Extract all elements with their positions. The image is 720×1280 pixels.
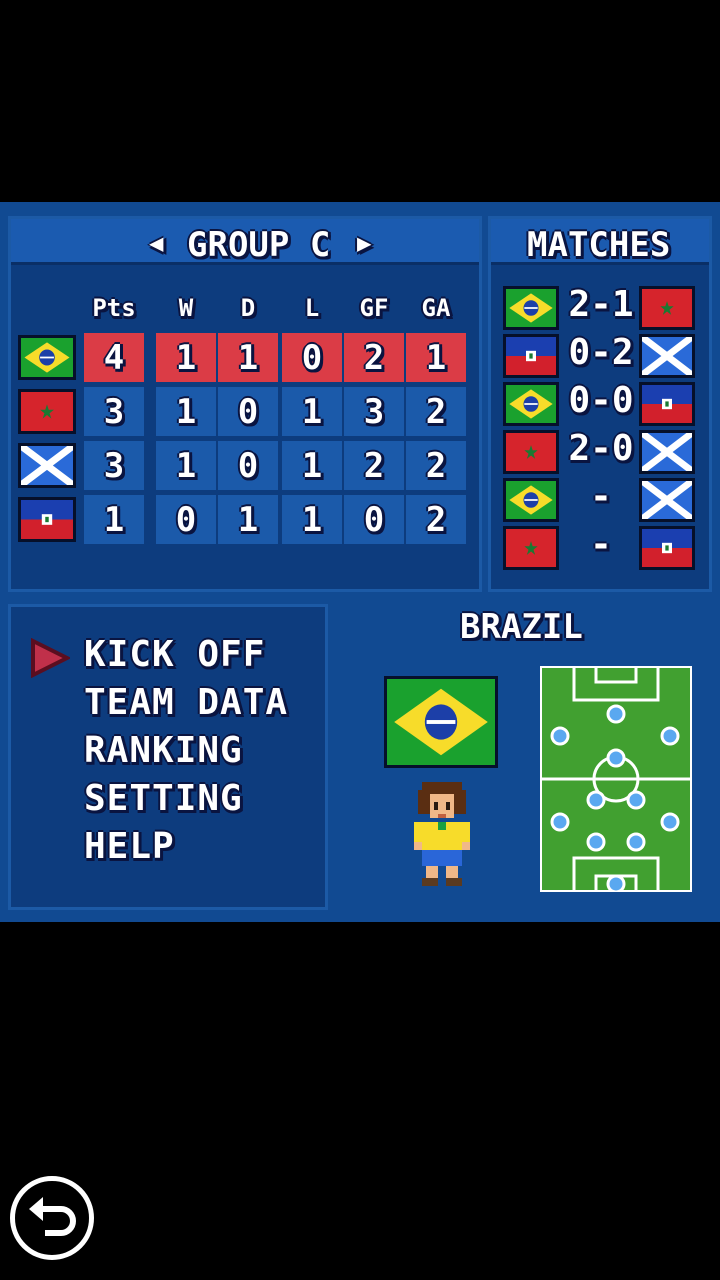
column-header: GF	[359, 294, 389, 322]
standings-header: ◀ GROUP C ▶	[11, 219, 479, 265]
player-marker	[606, 748, 626, 768]
match-score: 0-0	[568, 380, 634, 421]
menu-setting[interactable]: SETTING	[84, 778, 243, 819]
scotland-flag[interactable]	[18, 443, 76, 488]
standings-cell: 0	[218, 441, 278, 490]
standings-cell: 1	[218, 495, 278, 544]
player-marker	[550, 726, 570, 746]
group-prev-icon[interactable]: ◀	[149, 229, 163, 257]
column-header: W	[178, 294, 194, 322]
matches-header: MATCHES	[491, 219, 709, 265]
standings-cell: 2	[344, 333, 404, 382]
standings-cell: 3	[84, 441, 144, 490]
player-marker	[660, 726, 680, 746]
standings-cell: 3	[84, 387, 144, 436]
standings-cell: 0	[218, 387, 278, 436]
team-name: BRAZIL	[460, 607, 583, 647]
menu-ranking[interactable]: RANKING	[84, 730, 243, 771]
player-marker	[586, 790, 606, 810]
haiti-flag	[639, 526, 695, 570]
menu-kick-off[interactable]: KICK OFF	[84, 634, 265, 675]
standings-cell: 1	[406, 333, 466, 382]
haiti-flag	[639, 382, 695, 426]
player-marker	[550, 812, 570, 832]
standings-cell: 2	[406, 441, 466, 490]
standings-cell: 0	[344, 495, 404, 544]
standings-cell: 2	[406, 495, 466, 544]
game-screen: ◀ GROUP C ▶ Pts W D L GF GA 41102131013231012…	[0, 202, 720, 922]
morocco-flag	[639, 286, 695, 330]
standings-cell: 3	[344, 387, 404, 436]
group-next-icon[interactable]: ▶	[357, 229, 371, 257]
scotland-flag	[639, 334, 695, 378]
menu-team-data[interactable]: TEAM DATA	[84, 682, 288, 723]
haiti-flag	[503, 334, 559, 378]
standings-cell: 1	[282, 441, 342, 490]
match-score: 2-1	[568, 284, 634, 325]
scotland-flag	[639, 430, 695, 474]
group-title: GROUP C	[187, 225, 331, 265]
standings-cell: 1	[218, 333, 278, 382]
morocco-flag	[503, 430, 559, 474]
matches-title: MATCHES	[527, 225, 671, 265]
scotland-flag	[639, 478, 695, 522]
brazil-flag[interactable]	[18, 335, 76, 380]
standings-cell: 1	[84, 495, 144, 544]
standings-cell: 0	[156, 495, 216, 544]
player-marker	[606, 704, 626, 724]
player-marker	[626, 790, 646, 810]
brazil-flag	[503, 286, 559, 330]
player-sprite	[410, 778, 474, 894]
standings-cell: 1	[156, 387, 216, 436]
column-header: L	[304, 294, 320, 322]
brazil-flag	[503, 478, 559, 522]
back-arrow-icon	[29, 1197, 76, 1236]
column-header: Pts	[92, 294, 136, 322]
standings-cell: 1	[282, 387, 342, 436]
column-header: D	[240, 294, 256, 322]
morocco-flag	[503, 526, 559, 570]
match-score: 2-0	[568, 428, 634, 469]
standings-cell: 1	[156, 333, 216, 382]
match-score: -	[590, 476, 612, 517]
player-marker	[660, 812, 680, 832]
column-header: GA	[421, 294, 451, 322]
menu-cursor-icon	[30, 637, 72, 682]
brazil-flag	[503, 382, 559, 426]
standings-cell: 0	[282, 333, 342, 382]
player-marker	[606, 874, 626, 894]
team-flag	[384, 676, 498, 768]
match-score: 0-2	[568, 332, 634, 373]
match-score: -	[590, 524, 612, 565]
morocco-flag[interactable]	[18, 389, 76, 434]
menu-help[interactable]: HELP	[84, 826, 175, 867]
standings-cell: 1	[156, 441, 216, 490]
back-button[interactable]	[10, 1176, 94, 1260]
player-marker	[586, 832, 606, 852]
standings-cell: 2	[344, 441, 404, 490]
standings-cell: 4	[84, 333, 144, 382]
standings-cell: 1	[282, 495, 342, 544]
player-marker	[626, 832, 646, 852]
standings-cell: 2	[406, 387, 466, 436]
haiti-flag[interactable]	[18, 497, 76, 542]
formation-pitch	[538, 664, 694, 894]
